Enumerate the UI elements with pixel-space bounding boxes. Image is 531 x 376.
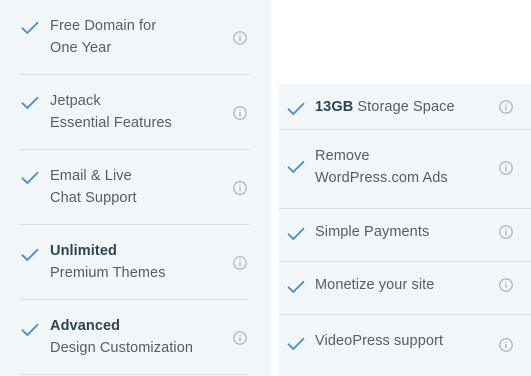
checkmark-icon: [287, 102, 305, 116]
feature-label-bold: Unlimited: [50, 243, 117, 259]
feature-label-line1: 13GB Storage Space: [315, 96, 455, 118]
feature-row: Jetpack Essential Features: [0, 75, 271, 150]
feature-label: Unlimited Premium Themes: [50, 240, 166, 284]
feature-label-line1: Jetpack: [50, 90, 172, 112]
plan-features-column-left: Free Domain for One Year Jetpack Essential …: [0, 0, 271, 376]
checkmark-icon: [21, 323, 39, 337]
feature-label-line1: Simple Payments: [315, 221, 429, 243]
feature-label-text: Jetpack: [50, 93, 101, 109]
feature-label-text: Free Domain for: [50, 18, 157, 34]
feature-row: Advanced Design Customization: [0, 300, 271, 375]
checkmark-icon: [21, 21, 39, 35]
checkmark-icon: [21, 171, 39, 185]
feature-label: Monetize your site: [315, 274, 434, 296]
feature-label-text: Remove: [315, 148, 370, 164]
feature-label-line1: VideoPress support: [315, 330, 443, 352]
feature-label-line2: Premium Themes: [50, 265, 166, 281]
feature-label-line2: Design Customization: [50, 340, 194, 356]
feature-label-line2: WordPress.com Ads: [315, 170, 448, 186]
feature-row: Free Domain for One Year: [0, 0, 271, 75]
feature-label-bold: Advanced: [50, 318, 121, 334]
info-icon[interactable]: [233, 181, 247, 195]
info-icon[interactable]: [233, 31, 247, 45]
feature-label: Simple Payments: [315, 221, 429, 243]
feature-label: Advanced Design Customization: [50, 315, 193, 359]
feature-row: Unlimited Premium Themes: [0, 225, 271, 300]
feature-label-line2: One Year: [50, 40, 112, 56]
feature-row: 13GB Storage Space: [279, 84, 531, 130]
feature-label-line1: Remove: [315, 145, 448, 167]
info-icon[interactable]: [499, 278, 513, 292]
feature-label: Remove WordPress.com Ads: [315, 145, 448, 189]
feature-label-bold: 13GB: [315, 99, 354, 115]
feature-label-line1: Free Domain for: [50, 15, 156, 37]
checkmark-icon: [287, 280, 305, 294]
feature-label-line1: Unlimited: [50, 240, 166, 262]
info-icon[interactable]: [499, 161, 513, 175]
feature-row: Monetize your site: [279, 262, 531, 315]
feature-row: Remove WordPress.com Ads: [279, 130, 531, 209]
feature-row: Email & Live Chat Support: [0, 150, 271, 225]
feature-label-text: Storage Space: [353, 99, 455, 115]
feature-label-text: Email & Live: [50, 168, 132, 184]
feature-label: VideoPress support: [315, 330, 443, 352]
checkmark-icon: [287, 337, 305, 351]
feature-label-line2: Essential Features: [50, 115, 172, 131]
feature-label-line2: Chat Support: [50, 190, 137, 206]
info-icon[interactable]: [499, 100, 513, 114]
checkmark-icon: [21, 96, 39, 110]
info-icon[interactable]: [499, 338, 513, 352]
feature-label-line1: Advanced: [50, 315, 193, 337]
checkmark-icon: [21, 248, 39, 262]
feature-label-line1: Monetize your site: [315, 274, 434, 296]
feature-label-text: Simple Payments: [315, 224, 430, 240]
feature-label-text: VideoPress support: [315, 333, 444, 349]
plan-features-column-right: 13GB Storage Space Remove WordPress.com Ad…: [279, 84, 531, 376]
info-icon[interactable]: [499, 225, 513, 239]
feature-label-line1: Email & Live: [50, 165, 137, 187]
feature-label: 13GB Storage Space: [315, 96, 455, 118]
feature-row: VideoPress support: [279, 315, 531, 376]
feature-label: Jetpack Essential Features: [50, 90, 172, 134]
info-icon[interactable]: [233, 106, 247, 120]
info-icon[interactable]: [233, 331, 247, 345]
feature-label: Email & Live Chat Support: [50, 165, 137, 209]
checkmark-icon: [287, 227, 305, 241]
checkmark-icon: [287, 160, 305, 174]
feature-row: Simple Payments: [279, 209, 531, 262]
info-icon[interactable]: [233, 256, 247, 270]
feature-label-text: Monetize your site: [315, 277, 435, 293]
feature-label: Free Domain for One Year: [50, 15, 156, 59]
